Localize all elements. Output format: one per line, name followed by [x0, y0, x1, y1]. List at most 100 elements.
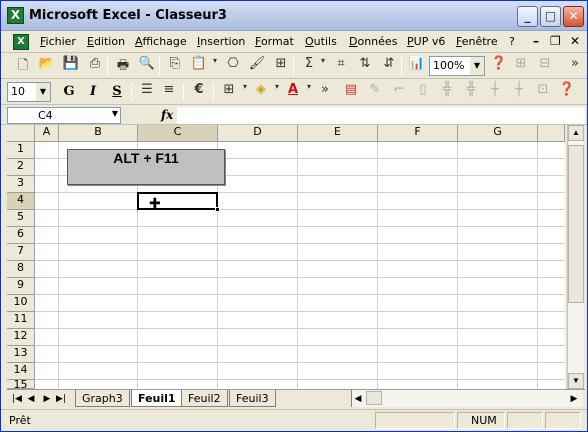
new-icon[interactable]: 🗋 — [13, 56, 33, 76]
row-header-12[interactable]: 12 — [7, 329, 35, 346]
row-header-4[interactable]: 4 — [7, 193, 35, 210]
row-header-14[interactable]: 14 — [7, 363, 35, 380]
maximize-button[interactable]: □ — [540, 6, 561, 27]
menu-format[interactable]: Format — [255, 35, 294, 48]
research-icon[interactable]: ⎔ — [223, 56, 243, 76]
sort-ascending-icon[interactable]: ⇅ — [355, 56, 375, 76]
menu-insertion[interactable]: Insertion — [197, 35, 245, 48]
first-sheet-icon[interactable]: |◀ — [11, 392, 23, 406]
row-header-6[interactable]: 6 — [7, 227, 35, 244]
row-header-9[interactable]: 9 — [7, 278, 35, 295]
align-left-icon[interactable]: ☰ — [137, 82, 157, 102]
permission-icon[interactable]: ⎙ — [85, 56, 105, 76]
format-painter-icon[interactable]: 🖌 — [247, 56, 267, 76]
column-header-d[interactable]: D — [218, 125, 298, 142]
toolbar-options-button[interactable]: » — [315, 82, 335, 102]
function-icon[interactable]: ⌗ — [331, 56, 351, 76]
zoom-select[interactable]: 100% ▼ — [429, 56, 485, 76]
italic-button[interactable]: I — [83, 82, 103, 102]
print-preview-icon[interactable]: 🔍 — [137, 56, 157, 76]
doc-restore-button[interactable]: ❐ — [550, 34, 561, 48]
sheet-tab-feuil2[interactable]: Feuil2 — [181, 390, 228, 407]
chevron-down-icon[interactable]: ▼ — [470, 57, 484, 75]
save-icon[interactable]: 💾 — [61, 56, 81, 76]
doc-close-button[interactable]: ✕ — [570, 34, 580, 48]
column-header-f[interactable]: F — [378, 125, 458, 142]
chart-wizard-icon[interactable]: 📊 — [407, 56, 427, 76]
formula-input[interactable] — [177, 107, 585, 124]
autosum-dropdown-icon[interactable]: ▾ — [313, 56, 333, 76]
menu-edition[interactable]: Edition — [87, 35, 125, 48]
row-header-13[interactable]: 13 — [7, 346, 35, 363]
function-icon[interactable]: fx — [161, 108, 173, 122]
print-icon[interactable]: 🖶 — [113, 56, 133, 76]
toolbar-options-button[interactable]: » — [565, 56, 585, 76]
doc-minimize-button[interactable]: – — [533, 34, 539, 48]
bold-button[interactable]: G — [59, 82, 79, 102]
row-header-7[interactable]: 7 — [7, 244, 35, 261]
open-icon[interactable]: 📂 — [37, 56, 57, 76]
align-center-icon[interactable]: ≡ — [159, 82, 179, 102]
column-header-e[interactable]: E — [298, 125, 378, 142]
name-box[interactable]: C4 ▼ — [7, 107, 121, 124]
help-icon[interactable]: ❓ — [557, 82, 577, 102]
prev-sheet-icon[interactable]: ◀ — [25, 392, 37, 406]
row-header-11[interactable]: 11 — [7, 312, 35, 329]
row-header-5[interactable]: 5 — [7, 210, 35, 227]
column-header-h[interactable] — [538, 125, 565, 142]
sheet-tab-feuil1[interactable]: Feuil1 — [131, 390, 183, 407]
gridline — [35, 192, 565, 193]
paste-dropdown-icon[interactable]: ▾ — [205, 56, 225, 76]
column-header-b[interactable]: B — [59, 125, 138, 142]
copy-icon[interactable]: ⎘ — [165, 56, 185, 76]
menu-help[interactable]: ? — [509, 35, 515, 48]
scroll-left-icon[interactable]: ◀ — [352, 392, 364, 406]
row-header-10[interactable]: 10 — [7, 295, 35, 312]
row-header-2[interactable]: 2 — [7, 159, 35, 176]
column-header-a[interactable]: A — [35, 125, 59, 142]
title-bar[interactable]: X Microsoft Excel - Classeur3 _ □ ✕ — [1, 1, 587, 31]
macro-button-shape[interactable]: ALT + F11 — [67, 149, 225, 185]
sheet-tab-feuil3[interactable]: Feuil3 — [229, 390, 276, 407]
spreadsheet-grid[interactable]: A B C D E F G 1 2 3 4 5 6 7 8 9 10 11 12… — [7, 125, 565, 389]
columns-icon[interactable]: ⊞ — [271, 56, 291, 76]
select-all-corner[interactable] — [7, 125, 35, 142]
euro-icon[interactable]: € — [189, 82, 209, 102]
workbook-icon[interactable]: X — [13, 34, 29, 50]
scroll-up-icon[interactable]: ▲ — [568, 125, 584, 141]
menu-pup[interactable]: PUP v6 — [407, 35, 445, 48]
menu-outils[interactable]: Outils — [305, 35, 337, 48]
column-header-g[interactable]: G — [458, 125, 538, 142]
horizontal-scrollbar[interactable]: ◀ ▶ — [351, 390, 583, 407]
sheet-tab-graph3[interactable]: Graph3 — [75, 390, 130, 407]
last-sheet-icon[interactable]: ▶| — [55, 392, 67, 406]
scroll-down-icon[interactable]: ▼ — [568, 373, 584, 389]
underline-button[interactable]: S — [107, 82, 127, 102]
excel-icon[interactable]: X — [7, 7, 24, 24]
fill-handle[interactable] — [215, 207, 220, 212]
row-header-15[interactable]: 15 — [7, 380, 35, 389]
vertical-scroll-thumb[interactable] — [568, 145, 584, 303]
menu-donnees[interactable]: Données — [349, 35, 397, 48]
row-header-3[interactable]: 3 — [7, 176, 35, 193]
chevron-down-icon[interactable]: ▼ — [112, 109, 118, 118]
sort-descending-icon[interactable]: ⇵ — [379, 56, 399, 76]
row-header-8[interactable]: 8 — [7, 261, 35, 278]
chevron-down-icon[interactable]: ▼ — [36, 83, 50, 101]
menu-fenetre[interactable]: Fenêtre — [456, 35, 498, 48]
separator — [183, 83, 184, 101]
close-button[interactable]: ✕ — [563, 6, 584, 27]
column-header-c[interactable]: C — [138, 125, 218, 142]
grid-icon: ⊞ — [515, 56, 527, 71]
font-size-select[interactable]: 10 ▼ — [7, 82, 51, 102]
menu-affichage[interactable]: Affichage — [135, 35, 187, 48]
row-header-1[interactable]: 1 — [7, 142, 35, 159]
minimize-button[interactable]: _ — [517, 6, 538, 27]
menu-fichier[interactable]: Fichier — [40, 35, 76, 48]
vertical-scrollbar[interactable]: ▲ ▼ — [567, 125, 584, 389]
toggle-icon[interactable]: ▤ — [341, 82, 361, 102]
horizontal-scroll-thumb[interactable] — [366, 391, 382, 405]
help-icon[interactable]: ❓ — [489, 56, 509, 76]
scroll-right-icon[interactable]: ▶ — [568, 392, 580, 406]
next-sheet-icon[interactable]: ▶ — [41, 392, 53, 406]
